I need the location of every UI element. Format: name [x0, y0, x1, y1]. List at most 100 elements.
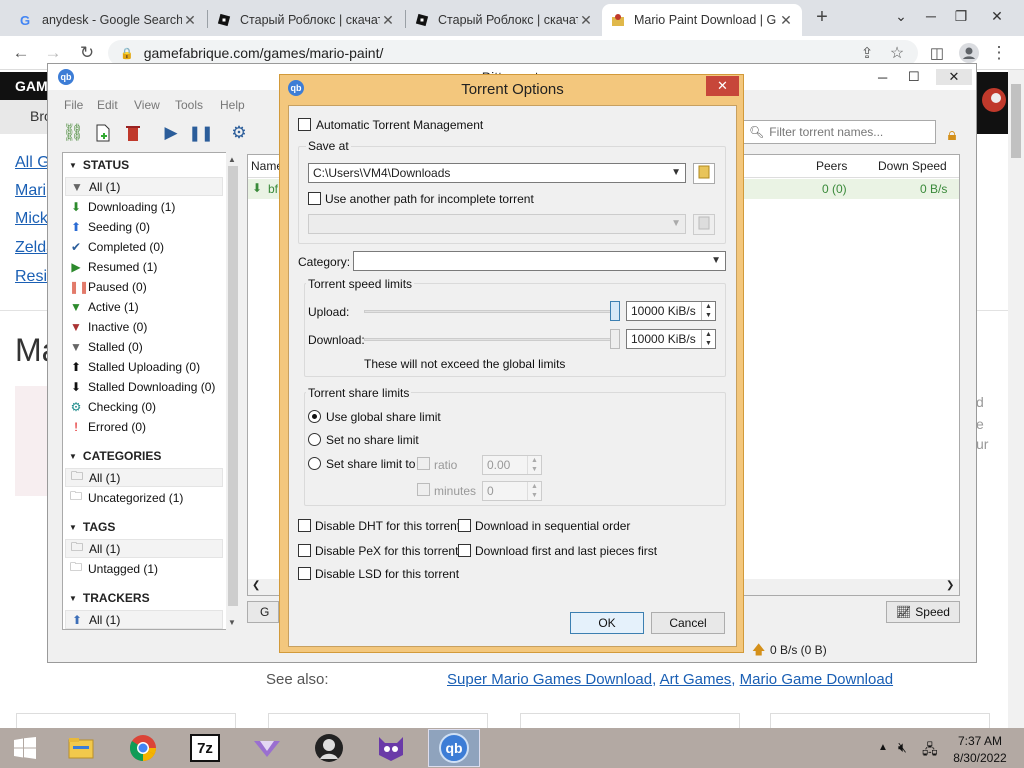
- add-torrent-link-icon[interactable]: ⛓: [62, 122, 84, 144]
- spin-arrows-icon[interactable]: ▲ ▼: [701, 330, 715, 348]
- disable-dht-checkbox[interactable]: [298, 519, 311, 532]
- new-tab-button[interactable]: +: [810, 6, 834, 30]
- disable-pex-checkbox[interactable]: [298, 544, 311, 557]
- incomplete-path-combo[interactable]: ▼: [308, 214, 686, 234]
- ok-button[interactable]: OK: [570, 612, 644, 634]
- nav-link-mario[interactable]: Mari: [15, 182, 46, 200]
- clock-date[interactable]: 8/30/2022: [948, 751, 1012, 765]
- sidebar-item-status-0[interactable]: ▼ All (1): [65, 177, 223, 196]
- minimize-icon[interactable]: ─: [878, 70, 887, 85]
- minutes-checkbox[interactable]: [417, 483, 430, 496]
- menu-tools[interactable]: Tools: [175, 98, 203, 112]
- sequential-checkbox[interactable]: [458, 519, 471, 532]
- download-slider[interactable]: [364, 338, 616, 341]
- nav-link-all-games[interactable]: All G: [15, 154, 50, 172]
- close-tab-icon[interactable]: ✕: [578, 12, 594, 29]
- lock-icon[interactable]: 🔒︎: [941, 124, 963, 146]
- speed-button[interactable]: 📈︎ Speed: [886, 601, 960, 623]
- show-hidden-icons-chevron-icon[interactable]: ▲: [878, 742, 888, 753]
- sidebar-item-status-12[interactable]: ! Errored (0): [65, 417, 223, 436]
- windows-start-icon[interactable]: [2, 729, 48, 767]
- see-also-link[interactable]: Mario Game Download: [740, 671, 893, 688]
- sidebar-item-status-11[interactable]: ⚙ Checking (0): [65, 397, 223, 416]
- menu-edit[interactable]: Edit: [97, 98, 118, 112]
- trackers-header[interactable]: ▼ TRACKERS: [69, 591, 150, 605]
- spin-arrows-icon[interactable]: ▲ ▼: [527, 456, 541, 474]
- no-share-radio[interactable]: [308, 433, 321, 446]
- tab-search-chevron-icon[interactable]: ⌄: [886, 2, 916, 30]
- status-header[interactable]: ▼ STATUS: [69, 158, 129, 172]
- thumbnail-card[interactable]: [268, 713, 488, 728]
- back-arrow-icon[interactable]: ←: [10, 42, 32, 64]
- restore-icon[interactable]: ❐: [946, 2, 976, 30]
- maximize-icon[interactable]: ☐: [908, 69, 920, 85]
- upload-slider-handle[interactable]: [610, 301, 620, 321]
- sidebar-item-status-6[interactable]: ▼ Active (1): [65, 297, 223, 316]
- first-last-checkbox[interactable]: [458, 544, 471, 557]
- sidebar-item-status-4[interactable]: ▶ Resumed (1): [65, 257, 223, 276]
- pause-icon[interactable]: ❚❚: [188, 122, 213, 144]
- upload-slider[interactable]: [364, 310, 616, 313]
- sidebar-item-category-1[interactable]: 🗀 Uncategorized (1): [65, 488, 223, 507]
- spin-arrows-icon[interactable]: ▲ ▼: [527, 482, 541, 500]
- browse-incomplete-folder-button[interactable]: [693, 214, 715, 235]
- auto-management-checkbox[interactable]: [298, 118, 311, 131]
- nav-link-mickey[interactable]: Mick: [15, 210, 48, 228]
- options-gear-icon[interactable]: ⚙: [228, 122, 250, 144]
- global-share-radio[interactable]: [308, 410, 321, 423]
- sidebar-item-tracker-0[interactable]: ⬆ All (1): [65, 610, 223, 629]
- file-explorer-icon[interactable]: [58, 729, 104, 767]
- browser-tab-3[interactable]: Старый Роблокс | скачать ✕: [406, 4, 602, 36]
- sidebar-item-status-3[interactable]: ✔ Completed (0): [65, 237, 223, 256]
- sidebar-scrollbar[interactable]: ▲ ▼: [226, 152, 240, 630]
- see-also-link[interactable]: Art Games: [660, 671, 732, 688]
- resume-icon[interactable]: ▶: [160, 122, 182, 144]
- browser-tab-1[interactable]: G anydesk - Google Search ✕: [10, 4, 206, 36]
- sidebar-item-status-9[interactable]: ⬆ Stalled Uploading (0): [65, 357, 223, 376]
- page-scrollbar[interactable]: [1008, 70, 1024, 728]
- ratio-checkbox[interactable]: [417, 457, 430, 470]
- app-cat-icon[interactable]: [368, 729, 414, 767]
- minimize-icon[interactable]: ─: [916, 2, 946, 30]
- close-icon[interactable]: ✕: [936, 69, 972, 85]
- column-peers[interactable]: Peers: [816, 155, 847, 177]
- close-window-icon[interactable]: ✕: [982, 2, 1012, 30]
- tags-header[interactable]: ▼ TAGS: [69, 520, 115, 534]
- reload-icon[interactable]: ↻: [76, 42, 98, 64]
- profile-avatar[interactable]: [958, 42, 980, 64]
- ratio-spinbox[interactable]: 0.00 ▲ ▼: [482, 455, 542, 475]
- menu-file[interactable]: File: [64, 98, 83, 112]
- forward-arrow-icon[interactable]: →: [42, 42, 64, 64]
- sidebar-item-tag-1[interactable]: 🗀 Untagged (1): [65, 559, 223, 578]
- download-slider-handle[interactable]: [610, 329, 620, 349]
- minutes-spinbox[interactable]: 0 ▲ ▼: [482, 481, 542, 501]
- sidebar-item-status-2[interactable]: ⬆ Seeding (0): [65, 217, 223, 236]
- thumbnail-card[interactable]: [520, 713, 740, 728]
- browse-folder-button[interactable]: [693, 163, 715, 184]
- sidebar-item-category-0[interactable]: 🗀 All (1): [65, 468, 223, 487]
- disable-lsd-checkbox[interactable]: [298, 567, 311, 580]
- browse-button[interactable]: Bro: [0, 100, 52, 134]
- network-icon[interactable]: 🖧: [922, 739, 938, 763]
- side-panel-icon[interactable]: ◫: [926, 42, 948, 64]
- chrome-icon[interactable]: [120, 729, 166, 767]
- volume-muted-icon[interactable]: 🔇︎: [898, 739, 907, 756]
- scrollbar-thumb[interactable]: [228, 166, 238, 606]
- sidebar-item-tag-0[interactable]: 🗀 All (1): [65, 539, 223, 558]
- categories-header[interactable]: ▼ CATEGORIES: [69, 449, 161, 463]
- browser-tab-2[interactable]: Старый Роблокс | скачать ✕: [208, 4, 404, 36]
- save-path-combo[interactable]: C:\Users\VM4\Downloads ▼: [308, 163, 686, 183]
- category-combo[interactable]: ▼: [353, 251, 726, 271]
- chrome-menu-icon[interactable]: ⋮: [988, 42, 1010, 64]
- qbittorrent-taskbar-icon[interactable]: qb: [428, 729, 480, 767]
- sidebar-item-status-5[interactable]: ❚❚ Paused (0): [65, 277, 223, 296]
- close-tab-icon[interactable]: ✕: [778, 12, 794, 29]
- sidebar-item-status-10[interactable]: ⬇ Stalled Downloading (0): [65, 377, 223, 396]
- app-avatar-icon[interactable]: [306, 729, 352, 767]
- thumbnail-card[interactable]: [16, 713, 236, 728]
- close-tab-icon[interactable]: ✕: [380, 12, 396, 29]
- set-share-radio[interactable]: [308, 457, 321, 470]
- share-icon[interactable]: ⇪: [856, 42, 878, 64]
- see-also-link[interactable]: Super Mario Games Download: [447, 671, 652, 688]
- add-torrent-file-icon[interactable]: [92, 122, 114, 144]
